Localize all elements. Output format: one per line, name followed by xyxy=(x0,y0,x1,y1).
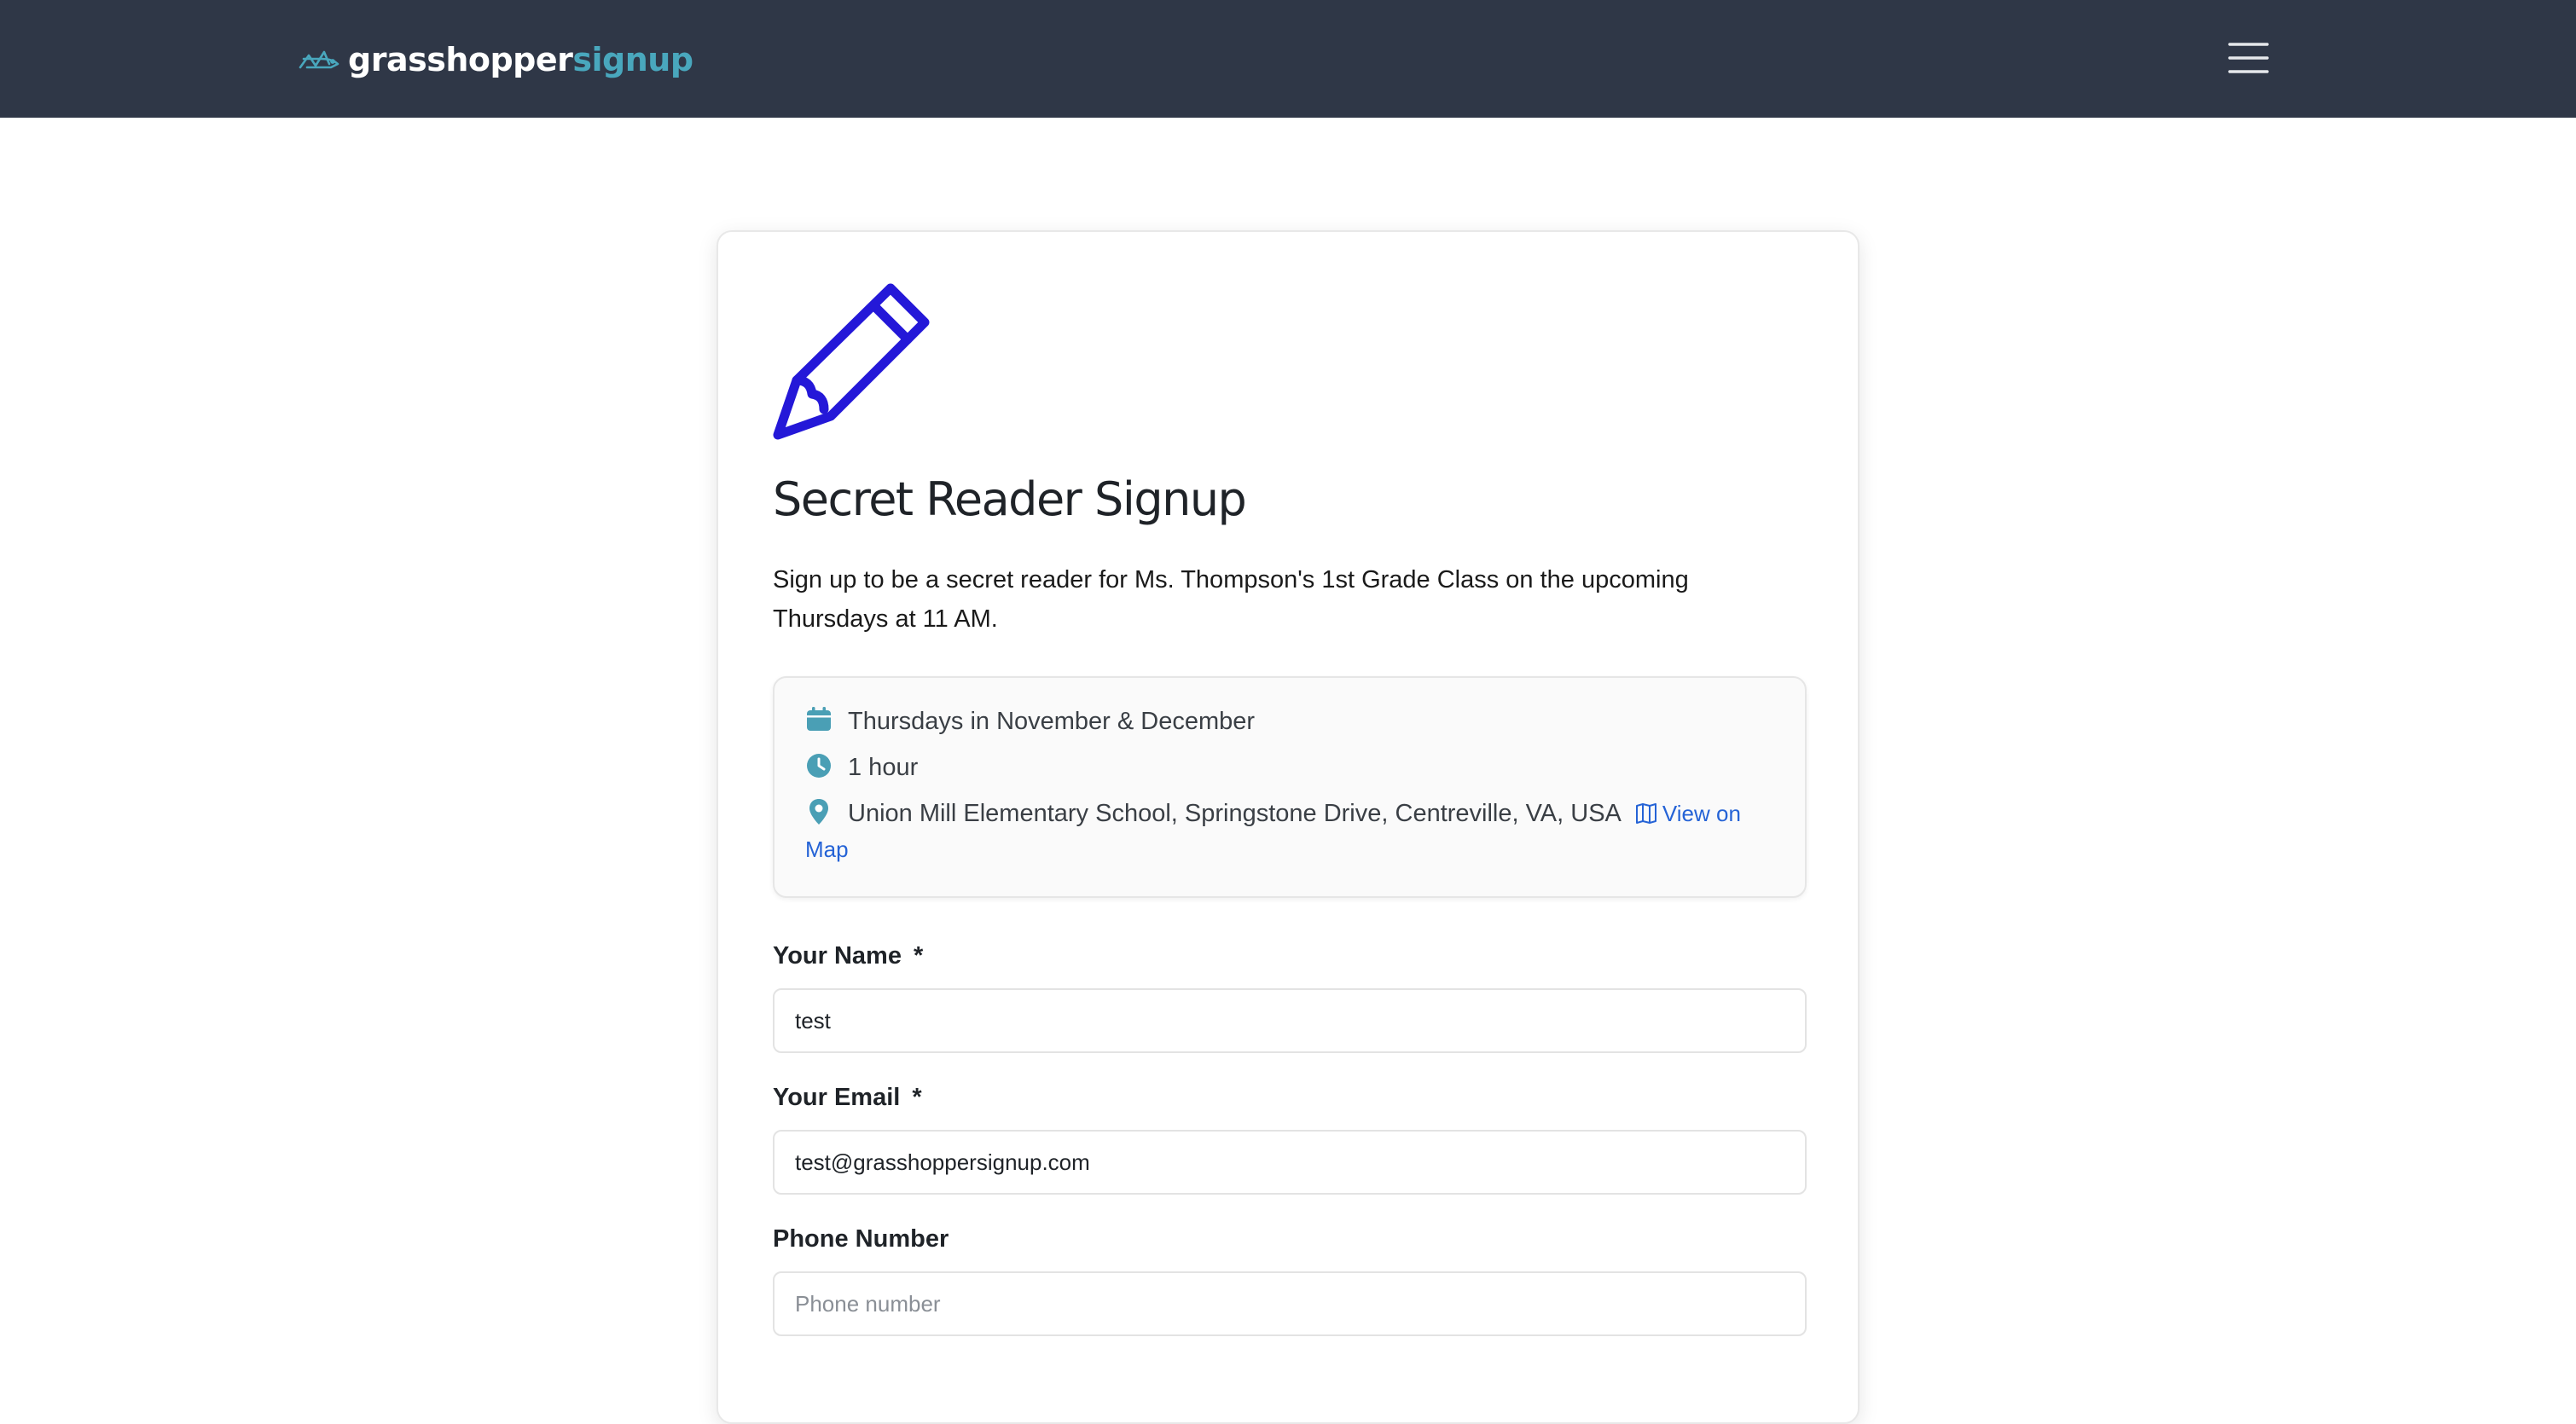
signup-description: Sign up to be a secret reader for Ms. Th… xyxy=(773,566,1689,634)
name-label: Your Name * xyxy=(773,941,1807,971)
event-location-text: Union Mill Elementary School, Springston… xyxy=(848,800,1622,828)
signup-card-content: Secret Reader Signup Sign up to be a sec… xyxy=(773,283,1807,1337)
email-required-marker: * xyxy=(912,1084,922,1112)
clock-icon xyxy=(805,752,833,779)
brand-name-part1: grasshopper xyxy=(348,41,573,78)
top-navbar: grasshoppersignup xyxy=(0,0,2576,118)
page-title: Secret Reader Signup xyxy=(773,472,1247,526)
phone-label: Phone Number xyxy=(773,1225,949,1253)
event-duration-row: 1 hour xyxy=(805,750,1774,785)
brand-logo-link[interactable]: grasshoppersignup xyxy=(299,34,693,85)
name-field-group: Your Name * xyxy=(773,941,1807,1054)
email-label-text: Your Email xyxy=(773,1084,901,1112)
brand-wordmark: grasshoppersignup xyxy=(348,43,693,76)
event-location-row: Union Mill Elementary School, Springston… xyxy=(805,796,1774,867)
grasshopper-logo-icon xyxy=(299,47,339,72)
phone-field-group: Phone Number xyxy=(773,1224,1807,1337)
hamburger-menu-icon xyxy=(2226,39,2271,77)
hamburger-menu-button[interactable] xyxy=(2226,39,2271,77)
email-input[interactable] xyxy=(773,1130,1807,1195)
name-label-text: Your Name xyxy=(773,942,902,970)
map-icon xyxy=(1635,802,1657,825)
email-field-group: Your Email * xyxy=(773,1082,1807,1195)
email-label: Your Email * xyxy=(773,1082,1807,1113)
signup-form: Your Name * Your Email * Phone Number xyxy=(773,941,1807,1337)
brand-name-part2: signup xyxy=(572,41,693,78)
event-details-box: Thursdays in November & December 1 hour … xyxy=(773,676,1807,899)
event-duration-text: 1 hour xyxy=(848,754,919,782)
location-pin-icon xyxy=(805,798,833,825)
signup-card: Secret Reader Signup Sign up to be a sec… xyxy=(717,230,1859,1424)
calendar-icon xyxy=(805,706,833,733)
event-date-row: Thursdays in November & December xyxy=(805,703,1774,739)
event-date-text: Thursdays in November & December xyxy=(848,708,1256,736)
name-input[interactable] xyxy=(773,988,1807,1054)
pencil-icon xyxy=(773,283,1807,440)
name-required-marker: * xyxy=(913,942,924,970)
phone-input[interactable] xyxy=(773,1271,1807,1337)
